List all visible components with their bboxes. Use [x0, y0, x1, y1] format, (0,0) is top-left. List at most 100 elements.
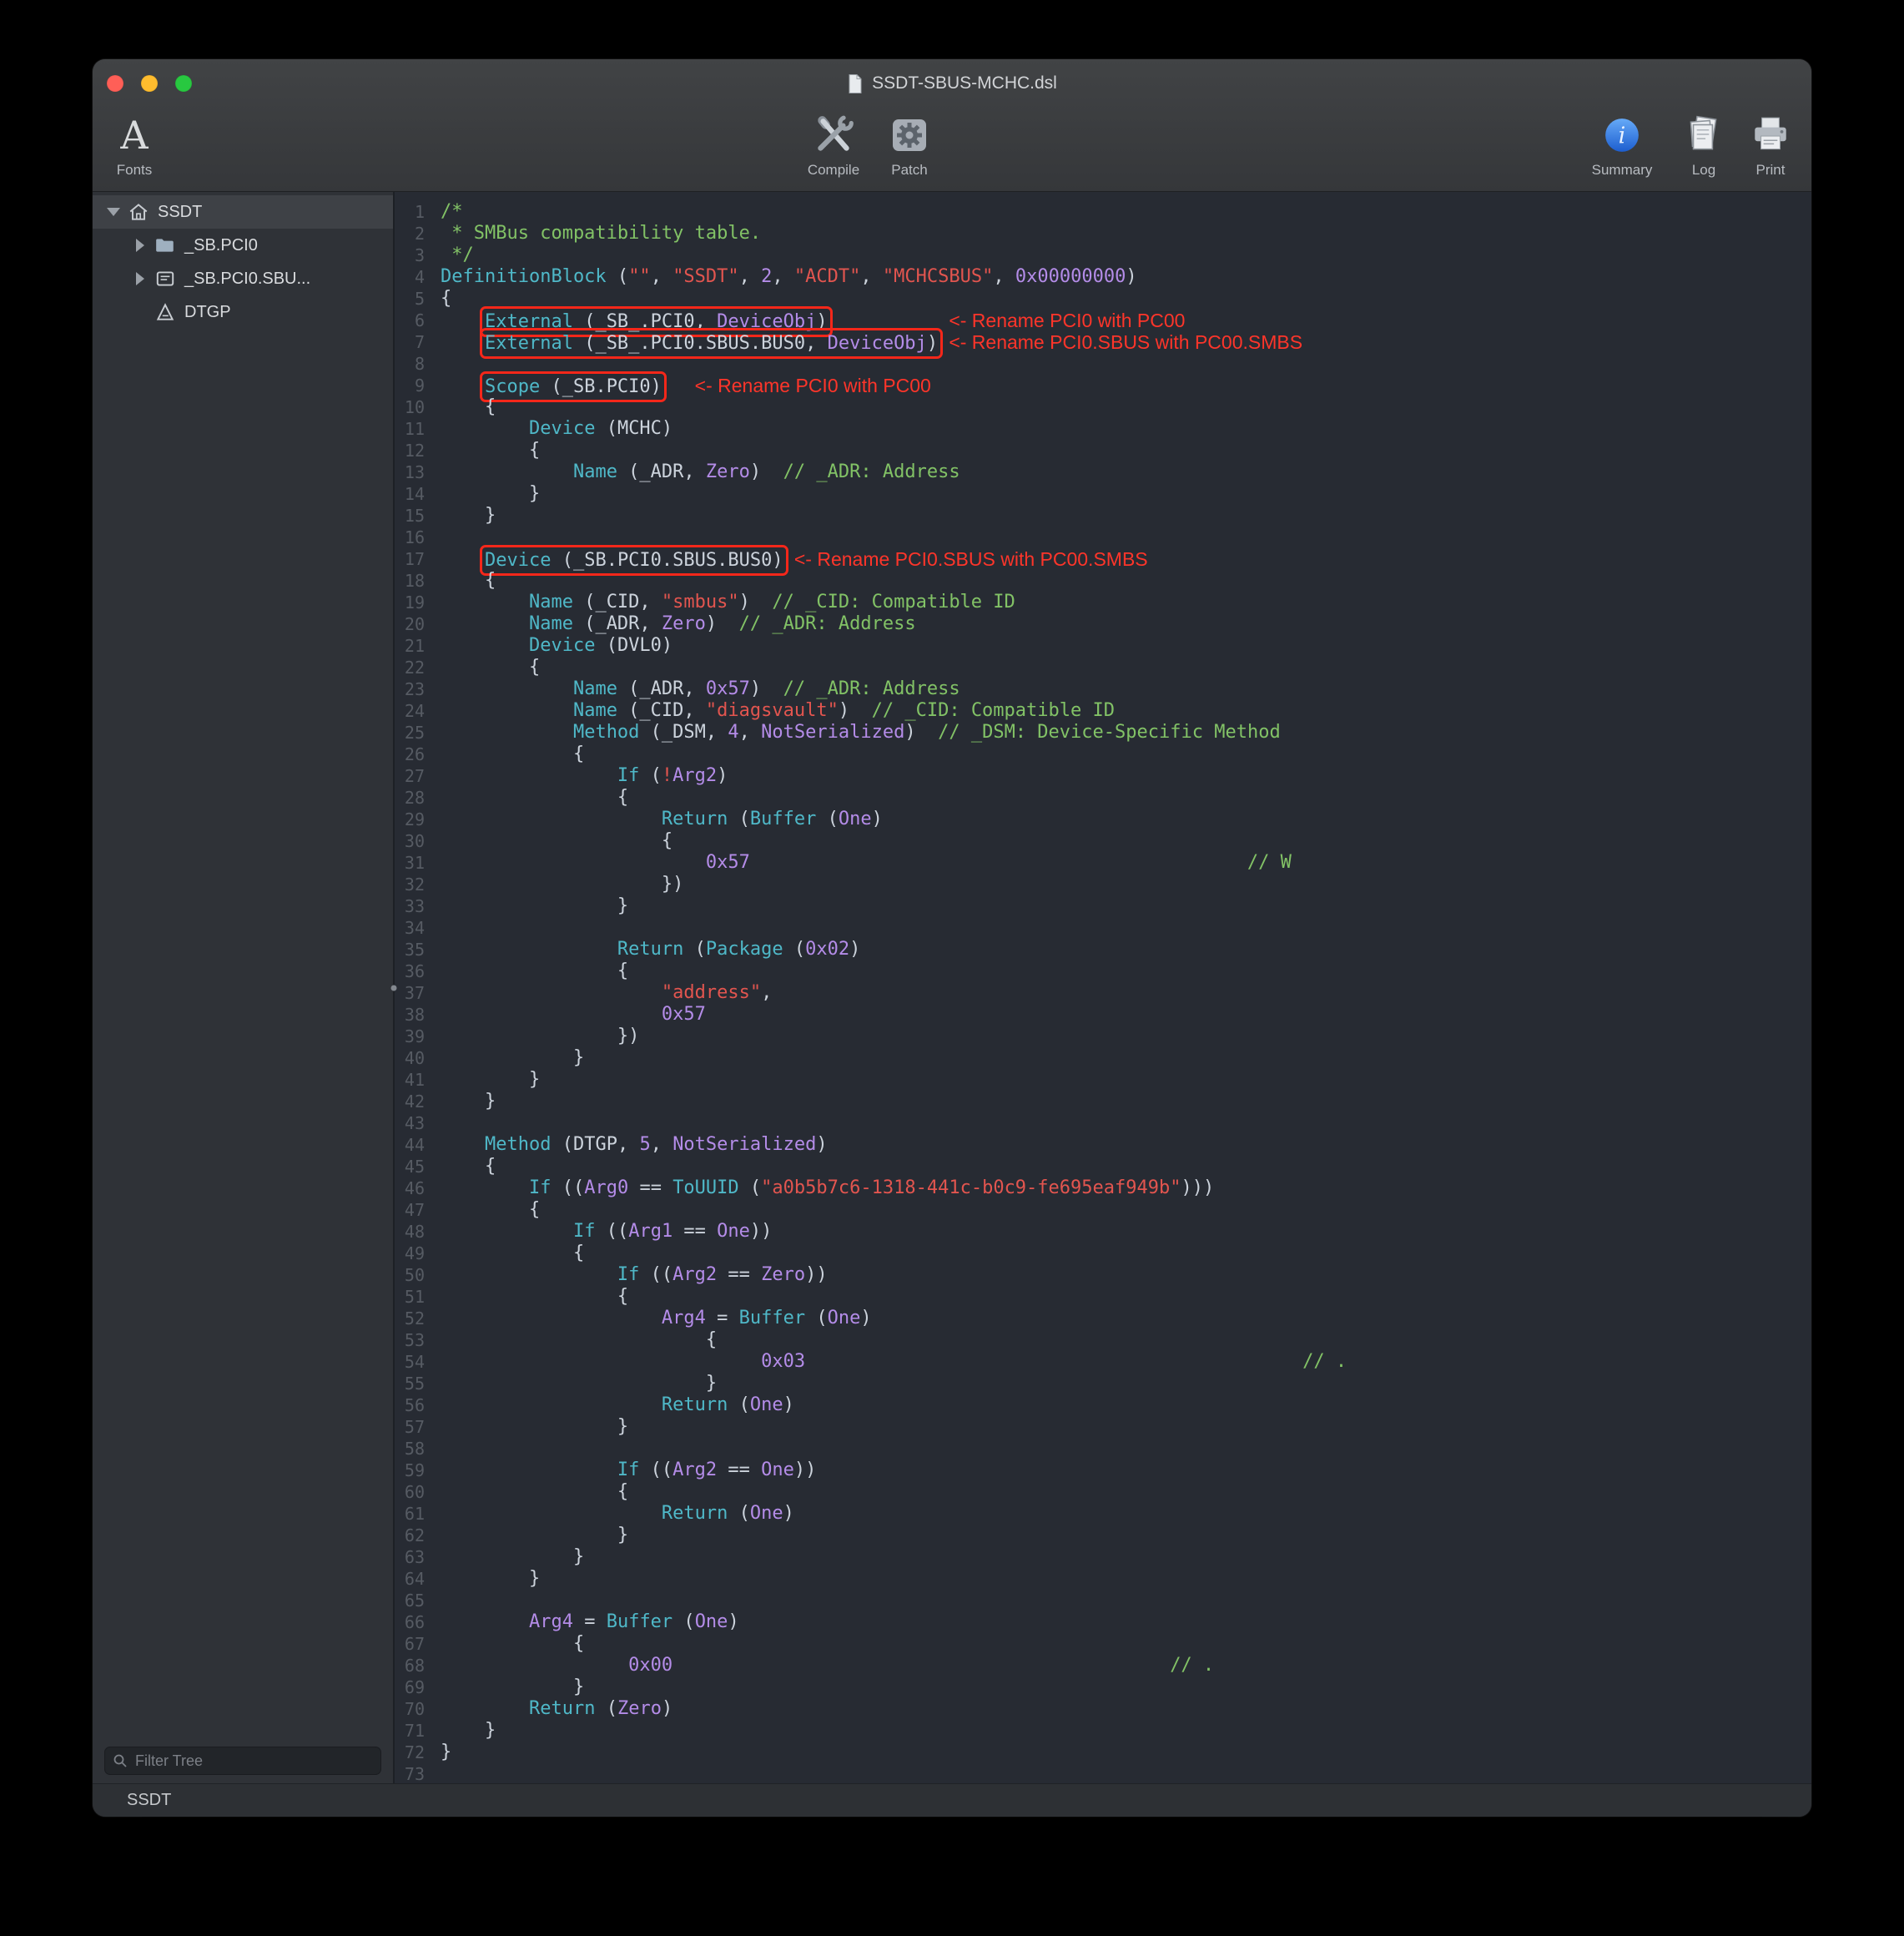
code-line: 46 If ((Arg0 == ToUUID ("a0b5b7c6-1318-4… [395, 1177, 1811, 1199]
code-line: 30 { [395, 830, 1811, 852]
line-number: 42 [395, 1091, 441, 1112]
annotation-box: External (_SB_.PCI0, DeviceObj) [485, 311, 828, 332]
code-line: 36 { [395, 960, 1811, 982]
line-number: 39 [395, 1026, 441, 1047]
line-number: 12 [395, 440, 441, 461]
summary-info-icon: i [1603, 116, 1641, 154]
code-line: 48 If ((Arg1 == One)) [395, 1221, 1811, 1243]
line-number: 9 [395, 375, 441, 396]
code-line: 28 { [395, 787, 1811, 809]
code-line: 59 If ((Arg2 == One)) [395, 1460, 1811, 1481]
line-number: 37 [395, 982, 441, 1004]
code-editor[interactable]: 1/*2 * SMBus compatibility table.3 */4De… [395, 192, 1811, 1783]
code-line: 8 [395, 353, 1811, 375]
sidebar-item-label: DTGP [184, 303, 231, 322]
filter-tree-input[interactable] [133, 1752, 373, 1771]
line-number: 63 [395, 1546, 441, 1568]
status-path: SSDT [127, 1791, 171, 1810]
line-number: 68 [395, 1655, 441, 1676]
code-line: 1/* [395, 201, 1811, 223]
summary-label: Summary [1592, 162, 1653, 179]
code-line: 19 Name (_CID, "smbus") // _CID: Compati… [395, 592, 1811, 613]
line-number: 3 [395, 245, 441, 266]
code-line: 51 { [395, 1286, 1811, 1308]
line-number: 46 [395, 1177, 441, 1199]
code-line: 67 { [395, 1633, 1811, 1655]
sidebar-item-sb-pci0-sbus[interactable]: _SB.PCI0.SBU... [93, 262, 393, 295]
code-line: 61 Return (One) [395, 1503, 1811, 1525]
sidebar-item-ssdt[interactable]: SSDT [93, 195, 393, 229]
folder-icon [151, 234, 179, 256]
code-line: 45 { [395, 1156, 1811, 1177]
line-number: 40 [395, 1047, 441, 1069]
code-line: 23 Name (_ADR, 0x57) // _ADR: Address [395, 678, 1811, 700]
line-number: 38 [395, 1004, 441, 1026]
annotation-box: Device (_SB.PCI0.SBUS.BUS0) [485, 550, 783, 571]
line-number: 52 [395, 1308, 441, 1329]
line-number: 51 [395, 1286, 441, 1308]
line-number: 59 [395, 1460, 441, 1481]
code-lines: 1/*2 * SMBus compatibility table.3 */4De… [395, 201, 1811, 1783]
line-number: 24 [395, 700, 441, 722]
code-line: 44 Method (DTGP, 5, NotSerialized) [395, 1134, 1811, 1156]
line-number: 17 [395, 548, 441, 570]
sidebar: SSDT _SB.PCI0 [93, 192, 393, 1783]
line-number: 2 [395, 223, 441, 245]
code-line: 14 } [395, 483, 1811, 505]
code-line: 66 Arg4 = Buffer (One) [395, 1611, 1811, 1633]
code-line: 63 } [395, 1546, 1811, 1568]
filter-tree-field [104, 1747, 381, 1775]
line-number: 34 [395, 917, 441, 939]
window-title-group: SSDT-SBUS-MCHC.dsl [93, 59, 1811, 108]
line-number: 72 [395, 1742, 441, 1763]
line-number: 30 [395, 830, 441, 852]
print-button[interactable]: Print [1712, 111, 1811, 179]
line-number: 16 [395, 527, 441, 548]
line-number: 28 [395, 787, 441, 809]
code-line: 18 { [395, 570, 1811, 592]
annotation-text: <- Rename PCI0.SBUS with PC00.SMBS [949, 331, 1302, 353]
code-line: 56 Return (One) [395, 1394, 1811, 1416]
print-label: Print [1756, 162, 1786, 179]
line-number: 15 [395, 505, 441, 527]
line-number: 18 [395, 570, 441, 592]
code-line: 20 Name (_ADR, Zero) // _ADR: Address [395, 613, 1811, 635]
code-line: 29 Return (Buffer (One) [395, 809, 1811, 830]
line-number: 49 [395, 1243, 441, 1264]
titlebar[interactable]: SSDT-SBUS-MCHC.dsl [93, 59, 1811, 108]
line-number: 32 [395, 874, 441, 895]
code-line: 73 [395, 1763, 1811, 1783]
home-icon [124, 201, 153, 223]
line-number: 10 [395, 396, 441, 418]
split-handle-dot [391, 985, 397, 991]
svg-text:i: i [1619, 123, 1626, 149]
sidebar-item-dtgp[interactable]: DTGP [93, 295, 393, 329]
code-line: 34 [395, 917, 1811, 939]
patch-gear-icon [889, 114, 930, 156]
code-line: 31 0x57 // W [395, 852, 1811, 874]
code-line: 3 */ [395, 245, 1811, 266]
line-number: 14 [395, 483, 441, 505]
code-line: 11 Device (MCHC) [395, 418, 1811, 440]
app-window: SSDT-SBUS-MCHC.dsl A Fonts [93, 59, 1811, 1817]
annotation-text: <- Rename PCI0 with PC00 [949, 310, 1185, 331]
disclosure-right-icon[interactable] [129, 239, 151, 252]
annotation-box: External (_SB_.PCI0.SBUS.BUS0, DeviceObj… [485, 333, 938, 354]
sidebar-item-label: _SB.PCI0 [184, 236, 258, 255]
split-divider[interactable] [393, 192, 395, 1783]
window-chrome: SSDT-SBUS-MCHC.dsl A Fonts [93, 59, 1811, 192]
sidebar-item-sb-pci0[interactable]: _SB.PCI0 [93, 229, 393, 262]
line-number: 58 [395, 1438, 441, 1460]
status-bar: SSDT [93, 1783, 1811, 1817]
patch-button[interactable]: Patch [851, 111, 968, 179]
line-number: 35 [395, 939, 441, 960]
disclosure-right-icon[interactable] [129, 272, 151, 285]
code-line: 39 }) [395, 1026, 1811, 1047]
code-line: 43 [395, 1112, 1811, 1134]
line-number: 27 [395, 765, 441, 787]
code-line: 35 Return (Package (0x02) [395, 939, 1811, 960]
disclosure-down-icon[interactable] [103, 208, 124, 216]
line-number: 21 [395, 635, 441, 657]
fonts-button[interactable]: A Fonts [93, 111, 193, 179]
line-number: 36 [395, 960, 441, 982]
